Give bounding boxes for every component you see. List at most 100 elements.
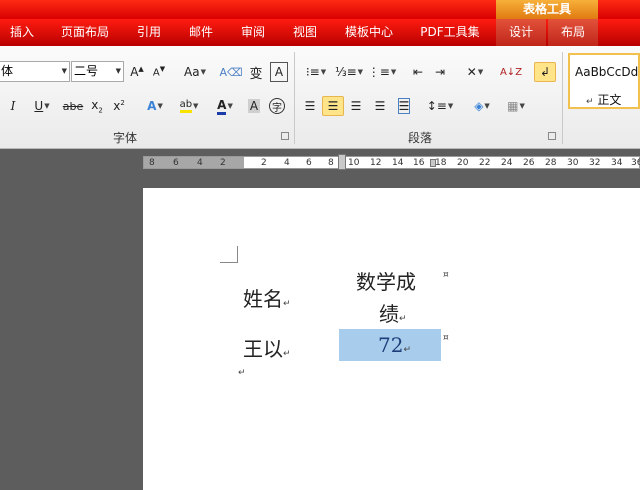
- cell-text: 绩: [379, 302, 399, 326]
- bullets-button[interactable]: ⁝≡ ▼: [302, 62, 330, 82]
- ruler-tick: 30: [567, 158, 579, 168]
- paragraph-mark-icon: ↵: [238, 368, 246, 378]
- chinese-layout-icon: ✕: [466, 65, 477, 79]
- font-size-combo[interactable]: 二号 ▼: [71, 61, 124, 82]
- ruler-tick: 6: [306, 158, 312, 168]
- numbering-button[interactable]: ⅓≡ ▼: [335, 62, 363, 82]
- align-center-button[interactable]: ☰: [322, 96, 344, 116]
- ribbon-tab-row: 插入 页面布局 引用 邮件 审阅 视图 模板中心 PDF工具集 设计 布局: [0, 19, 640, 46]
- phonetic-guide-button[interactable]: 变: [246, 62, 266, 82]
- bullet-list-icon: ⁝≡: [305, 65, 320, 79]
- show-marks-button[interactable]: ↲: [534, 62, 556, 82]
- increase-indent-button[interactable]: ⇥: [430, 62, 450, 82]
- align-left-button[interactable]: ☰: [300, 96, 320, 116]
- italic-button[interactable]: I: [6, 96, 20, 116]
- horizontal-ruler[interactable]: 8 6 4 2 2 4 6 8 10 12 14 16 18 20 22 24 …: [143, 154, 640, 170]
- line-spacing-icon: ↕≡: [426, 99, 447, 113]
- table-cell-name-value[interactable]: 王以↵: [243, 333, 291, 362]
- clear-format-button[interactable]: A⌫: [219, 62, 242, 82]
- paragraph-mark-icon: ↵: [283, 299, 291, 309]
- tab-mailings[interactable]: 邮件: [178, 19, 224, 46]
- chinese-layout-button[interactable]: ✕ ▼: [460, 62, 490, 82]
- tab-page-layout[interactable]: 页面布局: [50, 19, 120, 46]
- underline-button[interactable]: U ▼: [28, 96, 56, 116]
- enclose-char-icon: 字: [269, 98, 285, 114]
- tab-review[interactable]: 审阅: [230, 19, 276, 46]
- chevron-down-icon: ▼: [157, 102, 163, 110]
- style-sample-text: AaBbCcDd: [575, 65, 639, 79]
- font-name-value: 体: [1, 64, 14, 78]
- paragraph-mark-icon: ↲: [539, 65, 551, 79]
- subscript-button[interactable]: x2: [88, 96, 106, 116]
- chevron-down-icon: ▼: [477, 68, 484, 76]
- text-effect-button[interactable]: A ▼: [142, 96, 168, 116]
- ruler-tick: 22: [479, 158, 491, 168]
- shading-button[interactable]: ◈ ▼: [468, 96, 496, 116]
- superscript-button[interactable]: x2: [110, 96, 128, 116]
- font-dialog-launcher-icon[interactable]: [281, 132, 289, 140]
- numbered-list-icon: ⅓≡: [334, 65, 357, 79]
- grow-font-button[interactable]: A▲: [128, 62, 146, 82]
- ruler-tick: 18: [435, 158, 447, 168]
- justify-button[interactable]: ☰: [370, 96, 390, 116]
- align-right-button[interactable]: ☰: [346, 96, 366, 116]
- tab-references[interactable]: 引用: [126, 19, 172, 46]
- ruler-tick: 24: [501, 158, 513, 168]
- strikethrough-icon: abe: [62, 99, 84, 113]
- decrease-indent-button[interactable]: ⇤: [408, 62, 428, 82]
- table-cell-score-header[interactable]: 数学成: [356, 266, 416, 295]
- tab-template-center[interactable]: 模板中心: [334, 19, 404, 46]
- chevron-down-icon: ▼: [320, 68, 327, 76]
- font-name-combo[interactable]: 体 ▼: [0, 61, 70, 82]
- cell-text: 72: [378, 333, 404, 357]
- tab-design[interactable]: 设计: [496, 19, 546, 46]
- distributed-icon: ☰: [397, 98, 411, 114]
- sort-button[interactable]: A↓Z: [500, 62, 522, 82]
- paragraph-mark-icon: ↵: [283, 349, 291, 359]
- chevron-down-icon[interactable]: ▼: [62, 62, 67, 81]
- table-cell-score-value[interactable]: 72↵: [378, 333, 411, 357]
- ruler-tick: 12: [370, 158, 382, 168]
- char-border-button[interactable]: A: [270, 62, 288, 82]
- enclose-char-button[interactable]: 字: [268, 96, 286, 116]
- highlight-color-button[interactable]: ab ▼: [174, 96, 204, 116]
- tab-insert[interactable]: 插入: [0, 19, 44, 46]
- ruler-tick: 36: [631, 158, 640, 168]
- table-cell-score-header-line2[interactable]: 绩↵: [379, 298, 407, 327]
- column-marker-icon[interactable]: [338, 154, 346, 170]
- multilevel-list-button[interactable]: ⋮≡ ▼: [368, 62, 396, 82]
- paragraph-dialog-launcher-icon[interactable]: [548, 132, 556, 140]
- tab-pdf-tools[interactable]: PDF工具集: [410, 19, 490, 46]
- table-tools-context-label: 表格工具: [496, 0, 598, 19]
- table-cell-name-header[interactable]: 姓名↵: [243, 283, 291, 312]
- chevron-down-icon[interactable]: ▼: [116, 62, 121, 81]
- border-grid-icon: ▦: [507, 99, 519, 113]
- ruler-tick: 34: [611, 158, 623, 168]
- shrink-font-button[interactable]: A▼: [150, 62, 168, 82]
- cell-text: 数学成: [356, 270, 416, 294]
- font-color-button[interactable]: A ▼: [210, 96, 240, 116]
- text-effect-icon: A: [147, 99, 157, 113]
- change-case-button[interactable]: Aa ▼: [180, 62, 210, 82]
- char-shading-button[interactable]: A: [246, 96, 262, 116]
- group-divider: [294, 52, 295, 144]
- ruler-tick: 8: [328, 158, 334, 168]
- line-spacing-button[interactable]: ↕≡ ▼: [426, 96, 454, 116]
- superscript-icon: x2: [113, 99, 125, 113]
- margin-corner-mark: [220, 246, 238, 263]
- distributed-button[interactable]: ☰: [394, 96, 414, 116]
- ruler-tick: 26: [523, 158, 535, 168]
- ruler-tick: 16: [413, 158, 425, 168]
- chevron-down-icon: ▼: [227, 102, 233, 110]
- change-case-icon: Aa: [184, 65, 200, 79]
- borders-button[interactable]: ▦ ▼: [502, 96, 530, 116]
- phonetic-guide-icon: 变: [249, 66, 263, 82]
- strikethrough-button[interactable]: abe: [62, 96, 84, 116]
- tab-layout[interactable]: 布局: [548, 19, 598, 46]
- align-center-icon: ☰: [327, 99, 339, 113]
- tab-view[interactable]: 视图: [282, 19, 328, 46]
- ruler-margin-left: [144, 157, 244, 168]
- document-page[interactable]: 姓名↵ 数学成 绩↵ ¤ 王以↵ 72↵ ¤ ↵: [143, 188, 640, 490]
- paragraph-mark-icon: ↵: [399, 314, 407, 324]
- style-normal[interactable]: AaBbCcDd ↵ 正文: [568, 53, 640, 109]
